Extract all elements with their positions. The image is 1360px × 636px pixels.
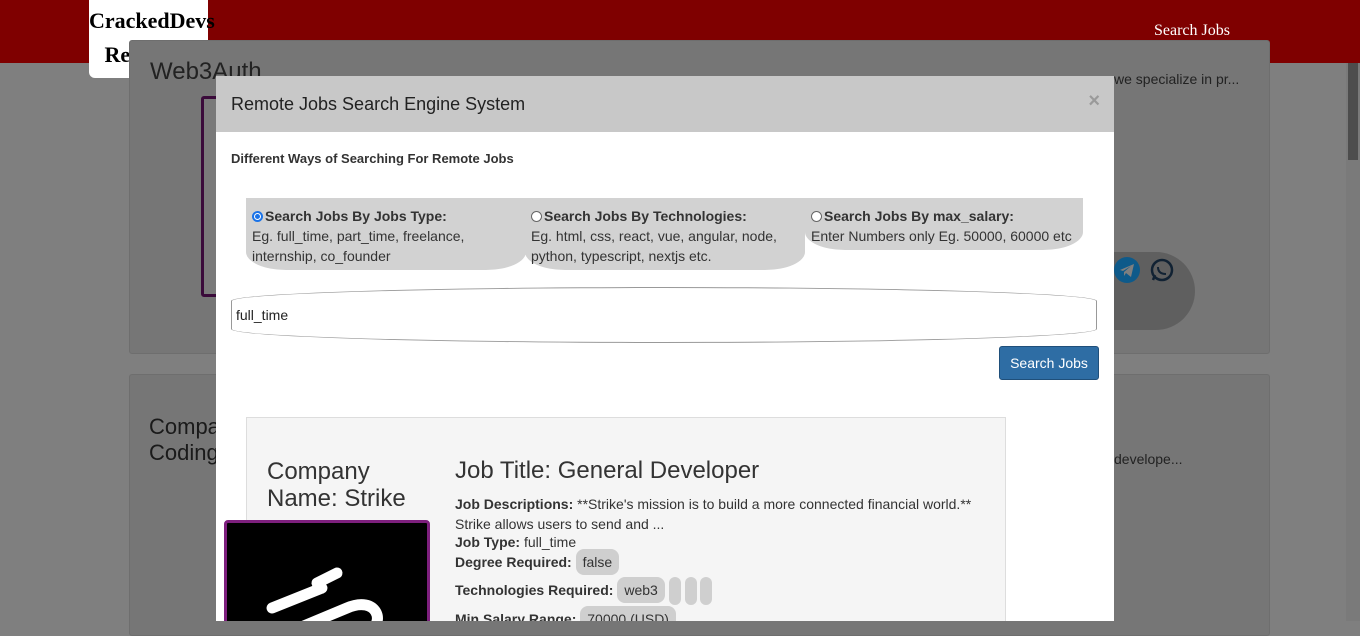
background-desc-text: develope... xyxy=(1114,451,1183,467)
modal-header: Remote Jobs Search Engine System × xyxy=(216,76,1114,132)
search-option-job-type[interactable]: Search Jobs By Jobs Type: Eg. full_time,… xyxy=(246,198,526,270)
nav-search-jobs-link[interactable]: Search Jobs xyxy=(1154,22,1230,40)
option-hint: Eg. full_time, part_time, freelance, xyxy=(252,228,465,244)
salary-badge: 70000 (USD) xyxy=(580,606,676,621)
background-company-text: Compa Coding xyxy=(149,414,220,466)
salary-label: Min Salary Range: xyxy=(455,611,577,621)
close-icon[interactable]: × xyxy=(1088,90,1100,113)
radio-max-salary[interactable] xyxy=(811,211,822,222)
background-company-line: Compa xyxy=(149,414,220,439)
company-name-line: Company xyxy=(267,458,370,485)
company-logo xyxy=(224,520,430,621)
technology-badge xyxy=(668,577,681,605)
option-label: Search Jobs By Technologies: xyxy=(544,208,747,224)
option-hint: python, typescript, nextjs etc. xyxy=(531,248,712,264)
search-input[interactable] xyxy=(231,287,1097,343)
radio-job-type[interactable] xyxy=(252,211,263,222)
job-type-row: Job Type: full_time xyxy=(455,534,576,550)
degree-row: Degree Required: false xyxy=(455,549,620,575)
technology-badge xyxy=(700,577,713,605)
strike-logo-icon xyxy=(266,567,383,621)
brand-line-1: CrackedDevs xyxy=(89,8,215,33)
salary-row: Min Salary Range: 70000 (USD) xyxy=(455,606,676,621)
company-name: Company Name: Strike xyxy=(267,458,427,512)
degree-badge: false xyxy=(575,549,620,575)
search-jobs-button[interactable]: Search Jobs xyxy=(999,346,1099,380)
job-type-label: Job Type: xyxy=(455,534,521,550)
degree-label: Degree Required: xyxy=(455,554,572,570)
option-hint: internship, co_founder xyxy=(252,248,391,264)
telegram-icon[interactable] xyxy=(1114,257,1140,283)
option-label: Search Jobs By Jobs Type: xyxy=(265,208,447,224)
scrollbar-thumb[interactable] xyxy=(1348,63,1358,160)
radio-technologies[interactable] xyxy=(531,211,542,222)
job-desc-label: Job Descriptions: xyxy=(455,496,574,512)
search-option-max-salary[interactable]: Search Jobs By max_salary: Enter Numbers… xyxy=(805,198,1083,250)
background-desc-text: we specialize in pr... xyxy=(1114,71,1240,87)
technologies-row: Technologies Required: web3 xyxy=(455,577,713,605)
technologies-label: Technologies Required: xyxy=(455,582,614,598)
option-hint: Enter Numbers only Eg. 50000, 60000 etc xyxy=(811,228,1072,244)
job-title[interactable]: Job Title: General Developer xyxy=(455,457,759,485)
search-modal: Remote Jobs Search Engine System × Diffe… xyxy=(216,76,1114,621)
option-label: Search Jobs By max_salary: xyxy=(824,208,1014,224)
search-option-technologies[interactable]: Search Jobs By Technologies: Eg. html, c… xyxy=(525,198,805,270)
modal-title: Remote Jobs Search Engine System xyxy=(231,94,526,114)
modal-subtitle: Different Ways of Searching For Remote J… xyxy=(231,151,514,166)
whatsapp-icon[interactable] xyxy=(1149,257,1175,283)
technology-badge xyxy=(684,577,697,605)
company-name-line: Name: Strike xyxy=(267,485,406,512)
background-company-line: Coding xyxy=(149,440,219,465)
job-type-value: full_time xyxy=(523,534,577,550)
technology-badge: web3 xyxy=(617,577,665,603)
option-hint: Eg. html, css, react, vue, angular, node… xyxy=(531,228,777,244)
job-description: Job Descriptions: **Strike's mission is … xyxy=(455,494,995,534)
